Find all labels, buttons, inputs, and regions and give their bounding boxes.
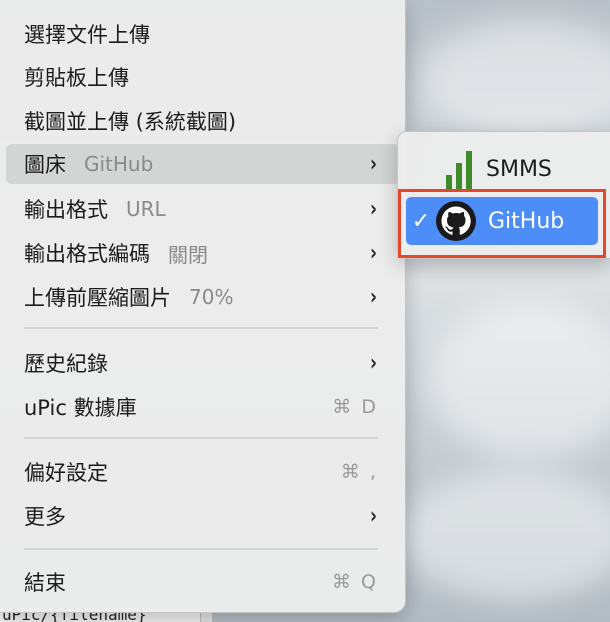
menu-item-select-file-upload[interactable]: 選擇文件上傳: [6, 14, 400, 54]
menu-item-label: uPic 數據庫: [24, 396, 137, 420]
menu-item-label: 歷史紀錄: [24, 352, 108, 376]
menu-item-value: 70%: [189, 285, 234, 309]
background-cloud: [430, 300, 610, 460]
menu-item-screenshot-upload[interactable]: 截圖並上傳 (系統截圖): [6, 101, 400, 141]
background-cloud: [400, 470, 610, 600]
submenu-item-smms[interactable]: SMMS: [446, 149, 552, 189]
menu-item-label: 圖床: [24, 153, 66, 177]
menu-item-output-format[interactable]: 輸出格式 URL ›: [6, 189, 400, 229]
chevron-right-icon: ›: [370, 503, 377, 529]
chevron-right-icon: ›: [370, 350, 377, 376]
main-menu: 選擇文件上傳 剪貼板上傳 截圖並上傳 (系統截圖) 圖床 GitHub › 輸出…: [0, 0, 406, 613]
menu-item-value: URL: [126, 197, 166, 221]
menu-item-output-encoding[interactable]: 輸出格式編碼 關閉 ›: [6, 233, 400, 273]
menu-item-label: 輸出格式: [24, 198, 108, 222]
background-cloud: [420, 20, 610, 140]
menu-item-history[interactable]: 歷史紀錄 ›: [6, 343, 400, 383]
menu-item-label: 截圖並上傳 (系統截圖): [24, 110, 237, 134]
menu-item-compress-before-upload[interactable]: 上傳前壓縮圖片 70% ›: [6, 277, 400, 317]
menu-item-more[interactable]: 更多 ›: [6, 496, 400, 536]
menu-item-label: 輸出格式編碼: [24, 242, 150, 266]
menu-item-upic-database[interactable]: uPic 數據庫 ⌘ D: [6, 387, 400, 427]
github-icon: [436, 201, 476, 241]
menu-item-value: GitHub: [84, 152, 154, 176]
menu-item-quit[interactable]: 結束 ⌘ Q: [6, 562, 400, 602]
submenu-item-label: GitHub: [488, 208, 565, 234]
bar-chart-icon: [446, 149, 472, 189]
menu-item-label: 選擇文件上傳: [24, 23, 150, 47]
checkmark-icon: ✓: [411, 208, 431, 234]
menu-separator: [24, 327, 378, 329]
menu-item-label: 上傳前壓縮圖片: [24, 286, 171, 310]
chevron-right-icon: ›: [370, 284, 377, 310]
menu-item-value: 關閉: [168, 242, 208, 267]
chevron-right-icon: ›: [370, 151, 377, 177]
menu-item-label: 更多: [24, 505, 66, 529]
keyboard-shortcut: ⌘ D: [332, 396, 378, 418]
menu-separator: [24, 437, 378, 439]
keyboard-shortcut: ⌘ ,: [340, 461, 378, 483]
keyboard-shortcut: ⌘ Q: [332, 571, 378, 593]
menu-item-image-host[interactable]: 圖床 GitHub ›: [6, 144, 400, 184]
menu-item-label: 偏好設定: [24, 461, 108, 485]
menu-item-label: 結束: [24, 571, 66, 595]
submenu-item-github[interactable]: ✓ GitHub: [406, 197, 598, 245]
chevron-right-icon: ›: [370, 196, 377, 222]
menu-separator: [24, 548, 378, 550]
menu-item-label: 剪貼板上傳: [24, 66, 129, 90]
submenu-item-label: SMMS: [486, 156, 552, 182]
chevron-right-icon: ›: [370, 240, 377, 266]
menu-item-preferences[interactable]: 偏好設定 ⌘ ,: [6, 452, 400, 492]
menu-item-clipboard-upload[interactable]: 剪貼板上傳: [6, 57, 400, 97]
